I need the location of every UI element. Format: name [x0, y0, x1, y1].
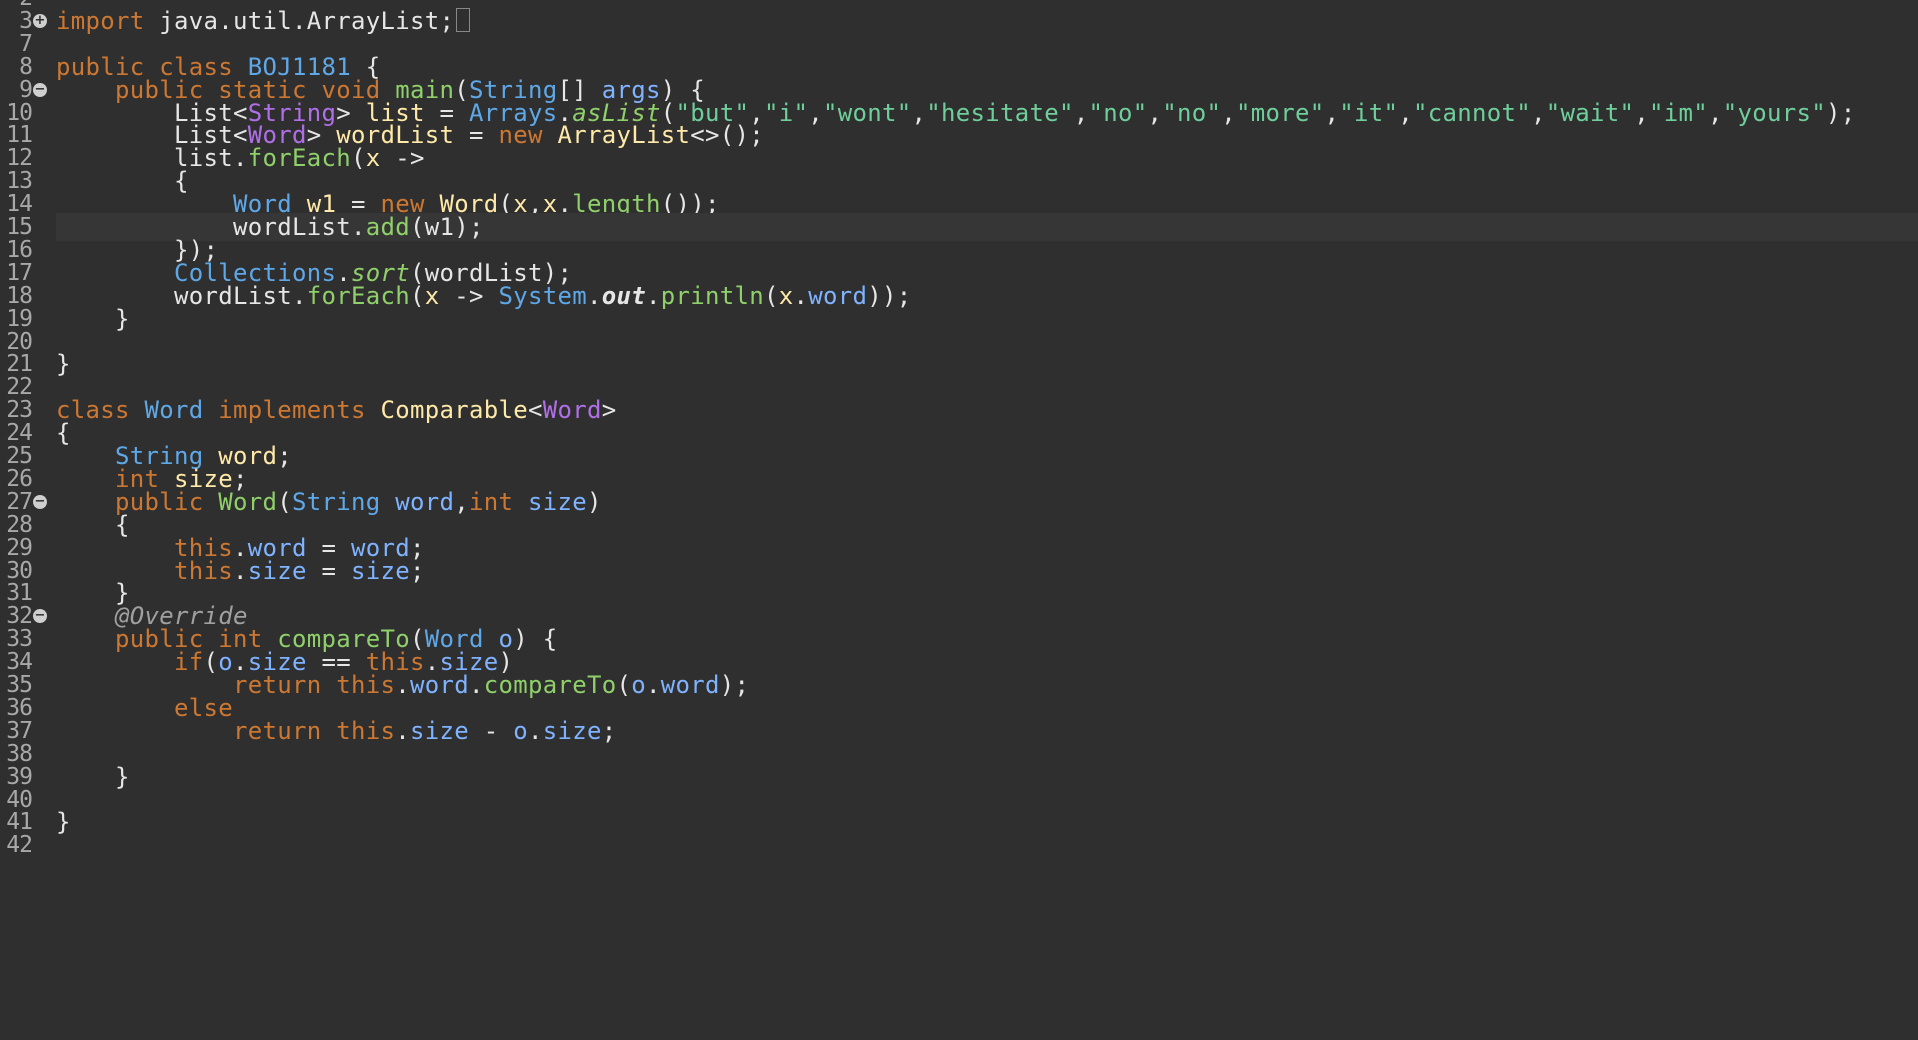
- code-text[interactable]: [56, 831, 1918, 859]
- folded-region-marker[interactable]: [456, 7, 471, 32]
- plus-circle-icon[interactable]: +: [33, 13, 47, 28]
- line-number[interactable]: 42: [0, 831, 33, 859]
- minus-circle-icon[interactable]: −: [33, 82, 47, 97]
- minus-circle-icon[interactable]: −: [33, 494, 47, 509]
- code-editor[interactable]: 23+import java.util.ArrayList;78public c…: [0, 0, 1918, 1040]
- code-line[interactable]: 42: [0, 831, 1918, 859]
- minus-circle-icon[interactable]: −: [33, 609, 47, 624]
